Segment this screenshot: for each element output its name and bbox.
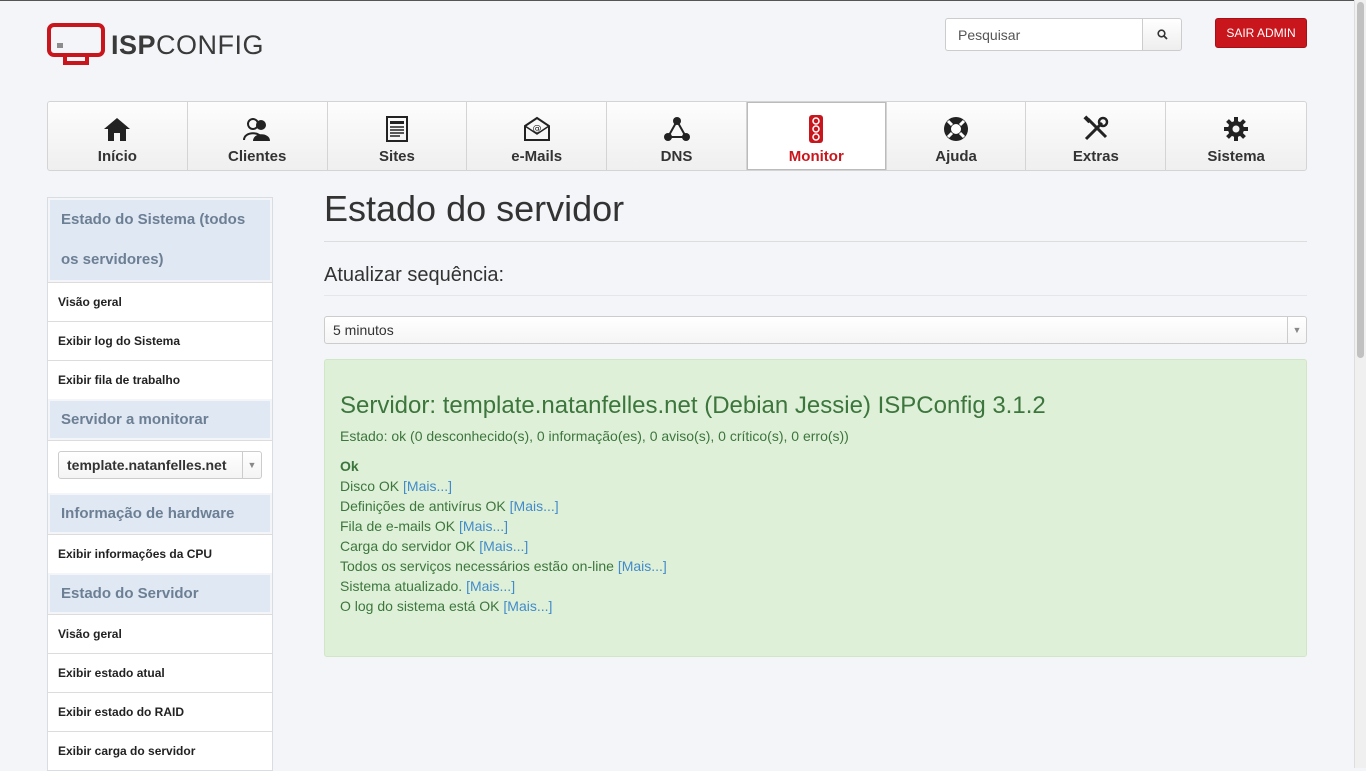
tab-label: DNS	[660, 148, 693, 165]
tab-extras[interactable]: Extras	[1026, 102, 1167, 170]
tab-clientes[interactable]: Clientes	[188, 102, 328, 170]
tab-label: Sites	[379, 148, 415, 165]
logo-monitor-icon	[47, 23, 105, 65]
server-select-wrap: template.natanfelles.net ▼	[48, 440, 272, 493]
search-button[interactable]	[1142, 18, 1182, 51]
tab-sistema[interactable]: Sistema	[1166, 102, 1306, 170]
tab-label: Ajuda	[935, 148, 977, 165]
page-title: Estado do servidor	[324, 187, 1307, 242]
sidebar-heading: Estado do Sistema (todos os servidores)	[48, 198, 272, 282]
more-link[interactable]: [Mais...]	[466, 578, 515, 594]
search-box	[945, 18, 1182, 51]
logo-text-isp: ISP	[111, 29, 157, 60]
more-link[interactable]: [Mais...]	[459, 518, 508, 534]
sidebar-item-raid[interactable]: Exibir estado do RAID	[48, 692, 272, 731]
tab-ajuda[interactable]: Ajuda	[887, 102, 1027, 170]
tab-label: e-Mails	[511, 148, 563, 165]
check-text: O log do sistema está OK	[340, 598, 500, 614]
document-icon	[385, 116, 408, 142]
sidebar-item-estado-atual[interactable]: Exibir estado atual	[48, 653, 272, 692]
ok-label: Ok	[340, 458, 359, 474]
tab-label: Extras	[1072, 148, 1119, 165]
scrollbar-thumb[interactable]	[1357, 2, 1364, 358]
search-icon	[1156, 29, 1168, 40]
logo-text-config: CONFIG	[156, 29, 265, 60]
ispconfig-logo[interactable]: ISP CONFIG	[47, 23, 264, 67]
check-row: Definições de antivírus OK [Mais...]	[340, 496, 1291, 516]
check-row: Todos os serviços necessários estão on-l…	[340, 556, 1291, 576]
refresh-label: Atualizar sequência:	[324, 264, 1307, 296]
sidebar-heading: Informação de hardware	[48, 493, 272, 534]
check-row: Carga do servidor OK [Mais...]	[340, 536, 1291, 556]
search-input[interactable]	[945, 18, 1142, 51]
server-select-value: template.natanfelles.net	[67, 457, 227, 473]
svg-text:@: @	[532, 124, 541, 134]
tab-label: Monitor	[788, 148, 844, 165]
sidebar-item-log-sistema[interactable]: Exibir log do Sistema	[48, 321, 272, 360]
more-link[interactable]: [Mais...]	[503, 598, 552, 614]
main-content: Estado do servidor Atualizar sequência: …	[324, 187, 1307, 657]
more-link[interactable]: [Mais...]	[510, 498, 559, 514]
refresh-select-value: 5 minutos	[333, 322, 394, 338]
sidebar-item-visao-geral-servidor[interactable]: Visão geral	[48, 614, 272, 653]
more-link[interactable]: [Mais...]	[618, 558, 667, 574]
tools-icon	[1083, 115, 1109, 141]
tab-label: Sistema	[1207, 148, 1265, 165]
lifebuoy-icon	[944, 117, 969, 141]
server-select[interactable]: template.natanfelles.net ▼	[58, 451, 262, 479]
tab-inicio[interactable]: Início	[48, 102, 188, 170]
sidebar-item-cpu[interactable]: Exibir informações da CPU	[48, 534, 272, 573]
sidebar-item-fila-trabalho[interactable]: Exibir fila de trabalho	[48, 360, 272, 399]
tab-sites[interactable]: Sites	[328, 102, 468, 170]
main-nav: Início Clientes Sites @ e-Mails DNS Moni…	[47, 101, 1307, 171]
chevron-down-icon: ▼	[242, 452, 261, 478]
sidebar-item-carga[interactable]: Exibir carga do servidor	[48, 731, 272, 770]
check-row: O log do sistema está OK [Mais...]	[340, 596, 1291, 616]
check-row: Sistema atualizado. [Mais...]	[340, 576, 1291, 596]
gear-icon	[1224, 117, 1249, 141]
server-heading: Servidor: template.natanfelles.net (Debi…	[340, 392, 1046, 419]
users-icon	[243, 118, 271, 141]
page: ISPCONFIG SAIR ADMIN Início Clientes Sit…	[0, 0, 1354, 771]
check-text: Definições de antivírus OK	[340, 498, 506, 514]
more-link[interactable]: [Mais...]	[479, 538, 528, 554]
sidebar-item-visao-geral[interactable]: Visão geral	[48, 282, 272, 321]
traffic-light-icon	[809, 115, 824, 143]
tab-label: Clientes	[227, 148, 287, 165]
sidebar-heading: Servidor a monitorar	[48, 399, 272, 440]
check-text: Carga do servidor OK	[340, 538, 476, 554]
check-text: Sistema atualizado.	[340, 578, 463, 594]
sidebar-heading: Estado do Servidor	[48, 573, 272, 614]
logout-button[interactable]: SAIR ADMIN	[1215, 18, 1307, 48]
check-row: Fila de e-mails OK [Mais...]	[340, 516, 1291, 536]
chevron-down-icon: ▼	[1287, 317, 1306, 343]
page-scrollbar[interactable]	[1354, 0, 1366, 768]
tab-label: Início	[97, 148, 137, 165]
state-summary: Estado: ok (0 desconhecido(s), 0 informa…	[340, 428, 849, 444]
check-text: Fila de e-mails OK	[340, 518, 456, 534]
mail-icon: @	[523, 116, 550, 141]
tab-monitor[interactable]: Monitor	[746, 102, 887, 170]
refresh-select[interactable]: 5 minutos ▼	[324, 316, 1307, 344]
check-text: Disco OK	[340, 478, 400, 494]
tab-dns[interactable]: DNS	[607, 102, 747, 170]
check-text: Todos os serviços necessários estão on-l…	[340, 558, 614, 574]
tab-emails[interactable]: @ e-Mails	[467, 102, 608, 170]
network-icon	[663, 117, 690, 141]
home-icon	[104, 118, 131, 141]
check-row: Disco OK [Mais...]	[340, 476, 1291, 496]
sidebar: Estado do Sistema (todos os servidores) …	[47, 197, 273, 771]
more-link[interactable]: [Mais...]	[403, 478, 452, 494]
server-status-panel: Servidor: template.natanfelles.net (Debi…	[324, 359, 1307, 657]
